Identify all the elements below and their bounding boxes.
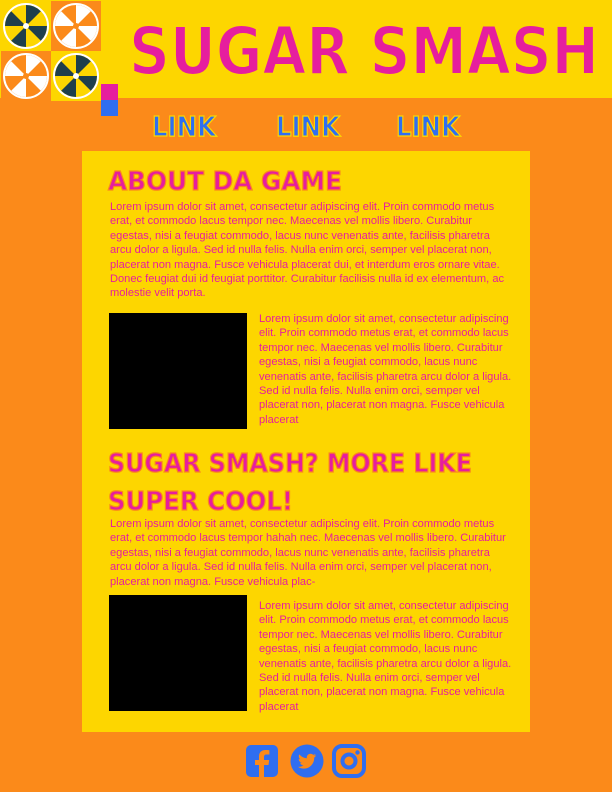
facebook-link[interactable] bbox=[245, 744, 279, 778]
section-side-text: Lorem ipsum dolor sit amet, consectetur … bbox=[259, 313, 512, 426]
logo-accent-block bbox=[101, 84, 118, 100]
content-panel: ABOUT DA GAME Lorem ipsum dolor sit amet… bbox=[82, 151, 530, 732]
nav-link-1[interactable]: LINK bbox=[150, 104, 218, 144]
instagram-link[interactable] bbox=[332, 744, 366, 778]
nav-link-label: LINK bbox=[396, 110, 461, 143]
section-heading-text: SUGAR SMASH? MORE LIKE bbox=[108, 449, 472, 479]
candy-logo-tile bbox=[1, 1, 51, 51]
section-intro-text: Lorem ipsum dolor sit amet, consectetur … bbox=[110, 201, 505, 300]
candy-logo-tile bbox=[1, 51, 51, 101]
candy-logo-tile bbox=[51, 51, 101, 101]
twitter-link[interactable] bbox=[290, 744, 324, 778]
site-title-text: SUGAR SMASH bbox=[129, 14, 599, 84]
facebook-icon bbox=[246, 745, 278, 777]
nav-link-2[interactable]: LINK bbox=[274, 104, 342, 144]
main-nav: LINK LINK LINK bbox=[0, 104, 612, 144]
section-heading-text: ABOUT DA GAME bbox=[108, 167, 342, 197]
candy-logo-tile bbox=[51, 1, 101, 51]
section-heading: SUGAR SMASH? MORE LIKE bbox=[107, 446, 478, 479]
section-heading: SUPER COOL! bbox=[107, 484, 298, 517]
twitter-icon bbox=[290, 744, 324, 778]
nav-link-3[interactable]: LINK bbox=[394, 104, 462, 144]
site-header: SUGAR SMASH bbox=[0, 0, 612, 116]
section-heading: ABOUT DA GAME bbox=[107, 164, 348, 197]
game-image-placeholder bbox=[109, 595, 247, 711]
section-intro-text: Lorem ipsum dolor sit amet, consectetur … bbox=[110, 518, 506, 588]
nav-link-label: LINK bbox=[152, 110, 217, 143]
section-heading-text: SUPER COOL! bbox=[108, 487, 293, 517]
instagram-icon bbox=[332, 744, 366, 778]
section-side-text: Lorem ipsum dolor sit amet, consectetur … bbox=[259, 600, 512, 713]
nav-link-label: LINK bbox=[276, 110, 341, 143]
game-image-placeholder bbox=[109, 313, 247, 429]
site-title: SUGAR SMASH bbox=[124, 14, 604, 84]
